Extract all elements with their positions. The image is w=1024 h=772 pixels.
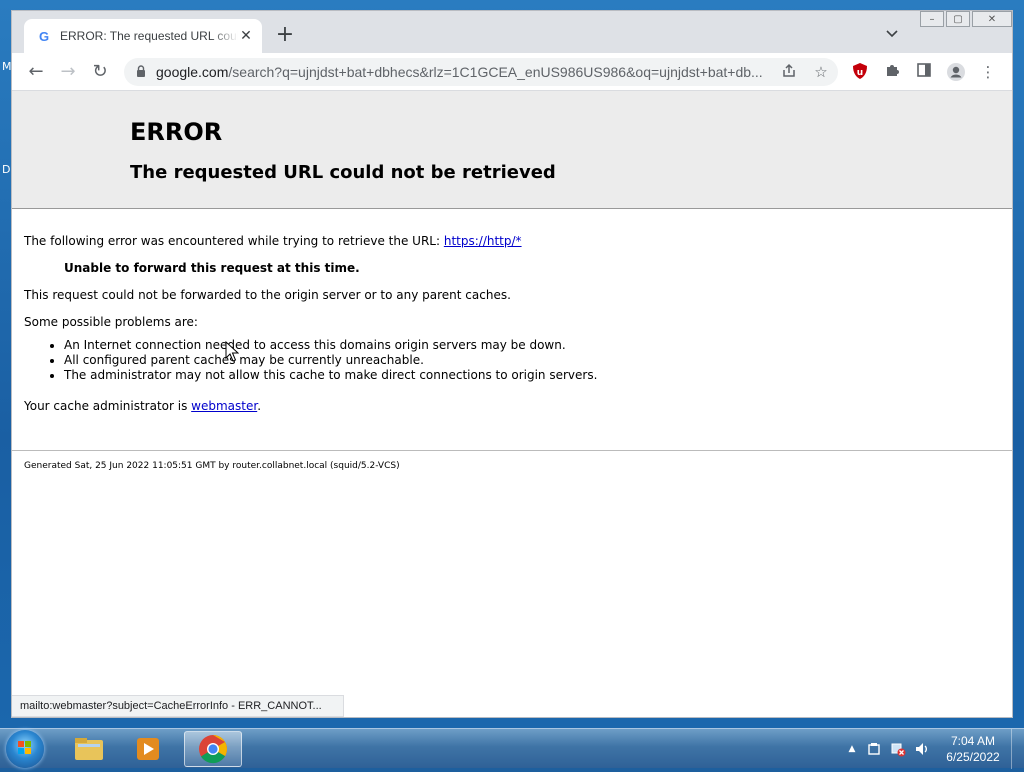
clock-date: 6/25/2022 [946, 750, 1000, 764]
ublock-extension-icon[interactable]: u [850, 62, 870, 82]
generated-footer: Generated Sat, 25 Jun 2022 11:05:51 GMT … [24, 461, 400, 471]
volume-icon[interactable] [914, 741, 930, 757]
requested-url-link[interactable]: https://http/* [444, 234, 522, 248]
svg-text:u: u [857, 68, 863, 78]
close-tab-icon[interactable]: ✕ [238, 28, 254, 44]
tab-strip: G ERROR: The requested URL could not be … [12, 11, 1012, 53]
admin-text: Your cache administrator is [24, 399, 188, 413]
google-favicon-icon: G [38, 28, 50, 44]
maximize-button[interactable]: ▢ [946, 11, 970, 27]
clock-time: 7:04 AM [950, 734, 996, 748]
action-center-icon[interactable] [866, 741, 882, 757]
browser-toolbar: ← → ↻ google.com/search?q=ujnjdst+bat+db… [12, 53, 1012, 91]
page-subtitle: The requested URL could not be retrieved [130, 162, 556, 183]
start-button[interactable] [6, 730, 44, 768]
mouse-pointer-icon [225, 341, 239, 362]
windows-logo-icon [18, 741, 31, 754]
browser-tab[interactable]: G ERROR: The requested URL could not be … [24, 19, 262, 53]
minimize-button[interactable]: – [920, 11, 944, 27]
browser-window: G ERROR: The requested URL could not be … [11, 10, 1013, 718]
bookmark-star-icon[interactable]: ☆ [812, 63, 830, 81]
list-item: The administrator may not allow this cac… [64, 368, 597, 383]
chevron-down-icon [886, 30, 898, 38]
webmaster-link[interactable]: webmaster [191, 399, 257, 413]
folder-icon [75, 738, 103, 760]
url-text[interactable]: google.com/search?q=ujnjdst+bat+dbhecs&r… [156, 64, 764, 80]
error-header: ERROR The requested URL could not be ret… [12, 91, 1012, 209]
page-content: ERROR The requested URL could not be ret… [12, 91, 1012, 717]
intro-paragraph: The following error was encountered whil… [24, 234, 522, 248]
problems-heading: Some possible problems are: [24, 315, 198, 329]
chrome-icon [199, 735, 227, 764]
footer-divider [12, 450, 1012, 451]
address-bar[interactable]: google.com/search?q=ujnjdst+bat+dbhecs&r… [124, 58, 838, 86]
more-menu-icon[interactable]: ⋮ [978, 62, 998, 82]
forward-button[interactable]: → [58, 62, 78, 82]
extensions-puzzle-icon[interactable] [882, 62, 902, 82]
profile-avatar-icon[interactable] [946, 62, 966, 82]
intro-text: The following error was encountered whil… [24, 234, 441, 248]
taskbar: ▲ 7:04 AM 6/25/2022 [0, 728, 1024, 769]
tab-title: ERROR: The requested URL could not be re… [60, 29, 238, 43]
lock-icon[interactable] [136, 65, 146, 77]
side-panel-icon[interactable] [914, 62, 934, 82]
reload-button[interactable]: ↻ [90, 62, 110, 82]
taskbar-chrome-button[interactable] [184, 731, 242, 767]
taskbar-explorer-button[interactable] [60, 731, 118, 767]
list-item: All configured parent caches may be curr… [64, 353, 597, 368]
media-player-icon [137, 738, 159, 760]
show-desktop-button[interactable] [1011, 729, 1024, 769]
close-window-button[interactable]: ✕ [972, 11, 1012, 27]
new-tab-button[interactable]: + [274, 24, 296, 47]
share-icon[interactable] [780, 63, 798, 81]
error-reason: Unable to forward this request at this t… [64, 261, 360, 275]
error-description: This request could not be forwarded to t… [24, 288, 511, 302]
system-clock[interactable]: 7:04 AM 6/25/2022 [936, 733, 1010, 765]
admin-paragraph: Your cache administrator is webmaster. [24, 399, 261, 413]
list-item: An Internet connection needed to access … [64, 338, 597, 353]
problems-list: An Internet connection needed to access … [24, 338, 597, 383]
admin-period: . [257, 399, 262, 413]
status-bar-link-preview: mailto:webmaster?subject=CacheErrorInfo … [12, 695, 344, 717]
page-title: ERROR [130, 118, 223, 146]
desktop-icon-label: D [2, 163, 11, 176]
taskbar-media-player-button[interactable] [120, 731, 178, 767]
show-hidden-icons-button[interactable]: ▲ [844, 741, 860, 757]
network-icon[interactable] [890, 741, 906, 757]
back-button[interactable]: ← [26, 62, 46, 82]
tab-search-button[interactable] [886, 27, 898, 41]
